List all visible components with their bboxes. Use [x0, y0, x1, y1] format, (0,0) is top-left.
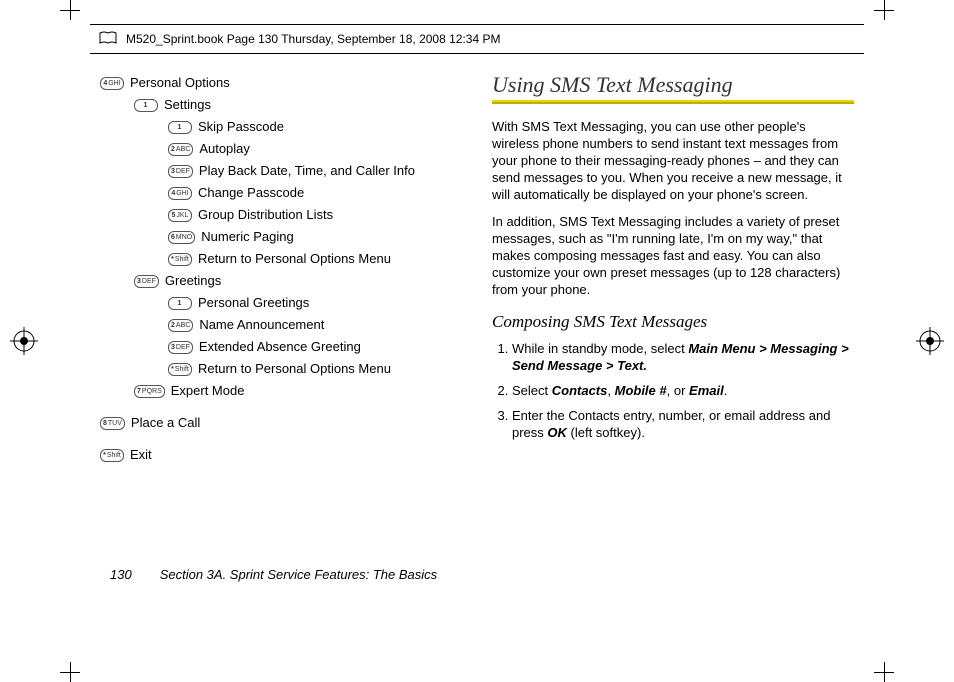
- page: M520_Sprint.book Page 130 Thursday, Sept…: [0, 0, 954, 682]
- menu-place-a-call: 8TUV Place a Call: [100, 412, 462, 434]
- key-3-icon: 3DEF: [168, 341, 193, 354]
- key-2-icon: 2ABC: [168, 319, 193, 332]
- menu-group-dist: 5JKL Group Distribution Lists: [100, 204, 462, 226]
- menu-greetings: 3DEF Greetings: [100, 270, 462, 292]
- print-header: M520_Sprint.book Page 130 Thursday, Sept…: [90, 24, 864, 54]
- heading-underline: [492, 100, 854, 104]
- label: Greetings: [165, 270, 221, 292]
- label: Autoplay: [199, 138, 250, 160]
- menu-return-personal-1: *Shift Return to Personal Options Menu: [100, 248, 462, 270]
- label: Numeric Paging: [201, 226, 294, 248]
- steps-list: While in standby mode, select Main Menu …: [492, 340, 854, 441]
- key-5-icon: 5JKL: [168, 209, 192, 222]
- menu-skip-passcode: 1 Skip Passcode: [100, 116, 462, 138]
- cropmark-bottom-left: [60, 662, 80, 682]
- step-2: Select Contacts, Mobile #, or Email.: [512, 382, 854, 399]
- left-column: 4GHI Personal Options 1 Settings 1 Skip …: [100, 72, 462, 610]
- menu-extended-absence: 3DEF Extended Absence Greeting: [100, 336, 462, 358]
- heading-using-sms: Using SMS Text Messaging: [492, 72, 854, 98]
- paragraph-sms-intro: With SMS Text Messaging, you can use oth…: [492, 118, 854, 203]
- menu-personal-options: 4GHI Personal Options: [100, 72, 462, 94]
- menu-autoplay: 2ABC Autoplay: [100, 138, 462, 160]
- label: Play Back Date, Time, and Caller Info: [199, 160, 415, 182]
- step-1: While in standby mode, select Main Menu …: [512, 340, 854, 374]
- step-1-text: While in standby mode, select: [512, 341, 688, 356]
- menu-personal-greetings: 1 Personal Greetings: [100, 292, 462, 314]
- key-4-icon: 4GHI: [100, 77, 124, 90]
- print-header-text: M520_Sprint.book Page 130 Thursday, Sept…: [126, 32, 500, 46]
- menu-name-announcement: 2ABC Name Announcement: [100, 314, 462, 336]
- key-3-icon: 3DEF: [134, 275, 159, 288]
- menu-return-personal-2: *Shift Return to Personal Options Menu: [100, 358, 462, 380]
- menu-numeric-paging: 6MNO Numeric Paging: [100, 226, 462, 248]
- label: Personal Greetings: [198, 292, 309, 314]
- menu-settings: 1 Settings: [100, 94, 462, 116]
- key-1-icon: 1: [134, 99, 158, 112]
- label: Expert Mode: [171, 380, 245, 402]
- label: Extended Absence Greeting: [199, 336, 361, 358]
- key-star-icon: *Shift: [168, 253, 192, 266]
- cropmark-bottom-right: [874, 662, 894, 682]
- key-8-icon: 8TUV: [100, 417, 125, 430]
- voicemail-menu-tree: 4GHI Personal Options 1 Settings 1 Skip …: [100, 72, 462, 466]
- page-number: 130: [110, 567, 132, 582]
- step-2-text: Select: [512, 383, 552, 398]
- step-2-email: Email: [689, 383, 724, 398]
- paragraph-sms-preset: In addition, SMS Text Messaging includes…: [492, 213, 854, 298]
- label: Personal Options: [130, 72, 230, 94]
- label: Place a Call: [131, 412, 200, 434]
- section-title: Section 3A. Sprint Service Features: The…: [160, 567, 437, 582]
- key-3-icon: 3DEF: [168, 165, 193, 178]
- cropmark-top-right: [874, 0, 894, 20]
- label: Return to Personal Options Menu: [198, 248, 391, 270]
- label: Exit: [130, 444, 152, 466]
- label: Change Passcode: [198, 182, 304, 204]
- heading-composing-sms: Composing SMS Text Messages: [492, 312, 854, 332]
- key-star-icon: *Shift: [100, 449, 124, 462]
- label: Return to Personal Options Menu: [198, 358, 391, 380]
- menu-exit: *Shift Exit: [100, 444, 462, 466]
- content-frame: 4GHI Personal Options 1 Settings 1 Skip …: [100, 72, 854, 610]
- menu-expert-mode: 7PQRS Expert Mode: [100, 380, 462, 402]
- key-1-icon: 1: [168, 297, 192, 310]
- key-star-icon: *Shift: [168, 363, 192, 376]
- key-4-icon: 4GHI: [168, 187, 192, 200]
- step-2-contacts: Contacts: [552, 383, 608, 398]
- key-7-icon: 7PQRS: [134, 385, 165, 398]
- registration-mark-left-icon: [10, 327, 38, 355]
- label: Name Announcement: [199, 314, 324, 336]
- key-1-icon: 1: [168, 121, 192, 134]
- label: Group Distribution Lists: [198, 204, 333, 226]
- step-2-mobile: Mobile #: [615, 383, 667, 398]
- menu-change-passcode: 4GHI Change Passcode: [100, 182, 462, 204]
- step-3-ok: OK: [547, 425, 567, 440]
- menu-playback: 3DEF Play Back Date, Time, and Caller In…: [100, 160, 462, 182]
- right-column: Using SMS Text Messaging With SMS Text M…: [492, 72, 854, 610]
- book-icon: [98, 30, 118, 49]
- label: Skip Passcode: [198, 116, 284, 138]
- label: Settings: [164, 94, 211, 116]
- key-6-icon: 6MNO: [168, 231, 195, 244]
- step-3: Enter the Contacts entry, number, or ema…: [512, 407, 854, 441]
- page-footer: 130 Section 3A. Sprint Service Features:…: [110, 567, 437, 582]
- cropmark-top-left: [60, 0, 80, 20]
- registration-mark-right-icon: [916, 327, 944, 355]
- key-2-icon: 2ABC: [168, 143, 193, 156]
